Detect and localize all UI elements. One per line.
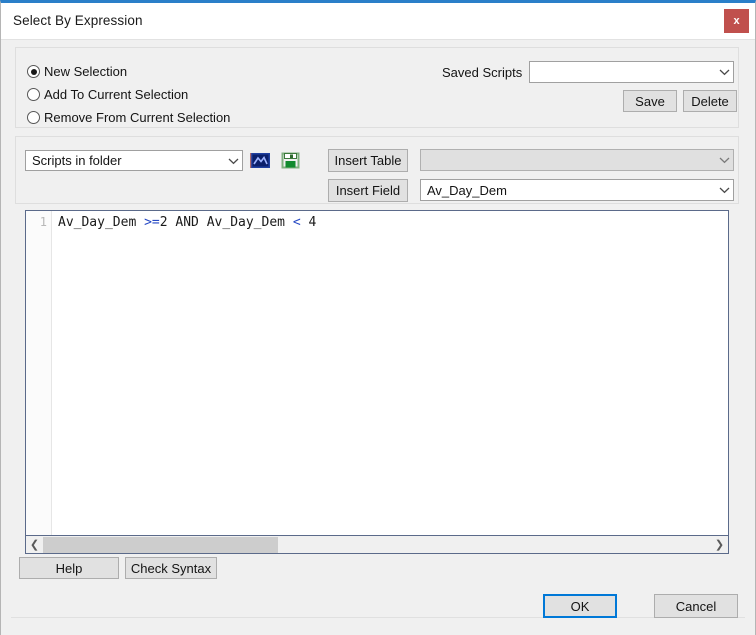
ok-button[interactable]: OK [543,594,617,618]
dialog-body: New Selection Add To Current Selection R… [1,40,755,635]
line-number: 1 [39,215,47,229]
code-text: 2 AND Av_Day_Dem [159,215,293,230]
scroll-right-icon[interactable]: ❯ [711,536,728,553]
insert-field-value: Av_Day_Dem [427,182,507,198]
editor-horizontal-scrollbar[interactable]: ❮ ❯ [25,536,729,554]
code-operator: >= [144,215,160,230]
scrollbar-thumb[interactable] [43,536,278,553]
editor-gutter: 1 [26,211,52,535]
check-syntax-button[interactable]: Check Syntax [125,557,217,579]
expression-editor[interactable]: 1 Av_Day_Dem >=2 AND Av_Day_Dem < 4 [25,210,729,536]
scripts-in-folder-value: Scripts in folder [32,153,122,168]
title-bar: Select By Expression x [1,3,755,40]
select-by-expression-dialog: Select By Expression x New Selection Add… [0,0,756,635]
help-button[interactable]: Help [19,557,119,579]
insert-field-combo[interactable]: Av_Day_Dem [420,179,734,201]
radio-label: New Selection [44,64,128,79]
chevron-down-icon [715,186,733,194]
chevron-down-icon [224,157,242,165]
radio-indicator-icon [27,88,40,101]
scrollbar-track[interactable] [43,536,711,553]
code-operator: < [292,215,301,230]
cancel-button[interactable]: Cancel [654,594,738,618]
open-image-icon[interactable] [250,150,271,171]
floppy-save-icon[interactable] [280,150,301,171]
saved-scripts-combo[interactable] [529,61,734,83]
insert-field-button[interactable]: Insert Field [328,179,408,202]
save-button[interactable]: Save [623,90,677,112]
footer-divider [11,617,745,618]
chevron-down-icon [715,68,733,76]
insert-table-button[interactable]: Insert Table [328,149,408,172]
radio-add-to-current-selection[interactable]: Add To Current Selection [27,87,188,102]
saved-scripts-label: Saved Scripts [442,65,523,80]
scripts-in-folder-combo[interactable]: Scripts in folder [25,150,243,171]
expression-code: Av_Day_Dem >=2 AND Av_Day_Dem < 4 [58,215,316,230]
insert-table-combo[interactable] [420,149,734,171]
chevron-down-icon [715,156,733,164]
close-icon[interactable]: x [724,9,749,33]
radio-label: Remove From Current Selection [44,110,231,125]
radio-indicator-icon [27,65,40,78]
code-text: Av_Day_Dem [58,215,145,230]
radio-new-selection[interactable]: New Selection [27,64,127,79]
radio-indicator-icon [27,111,40,124]
scroll-left-icon[interactable]: ❮ [26,536,43,553]
delete-button[interactable]: Delete [683,90,737,112]
radio-remove-from-current-selection[interactable]: Remove From Current Selection [27,110,230,125]
code-text: 4 [300,215,317,230]
page-title: Select By Expression [13,13,143,28]
radio-label: Add To Current Selection [44,87,189,102]
